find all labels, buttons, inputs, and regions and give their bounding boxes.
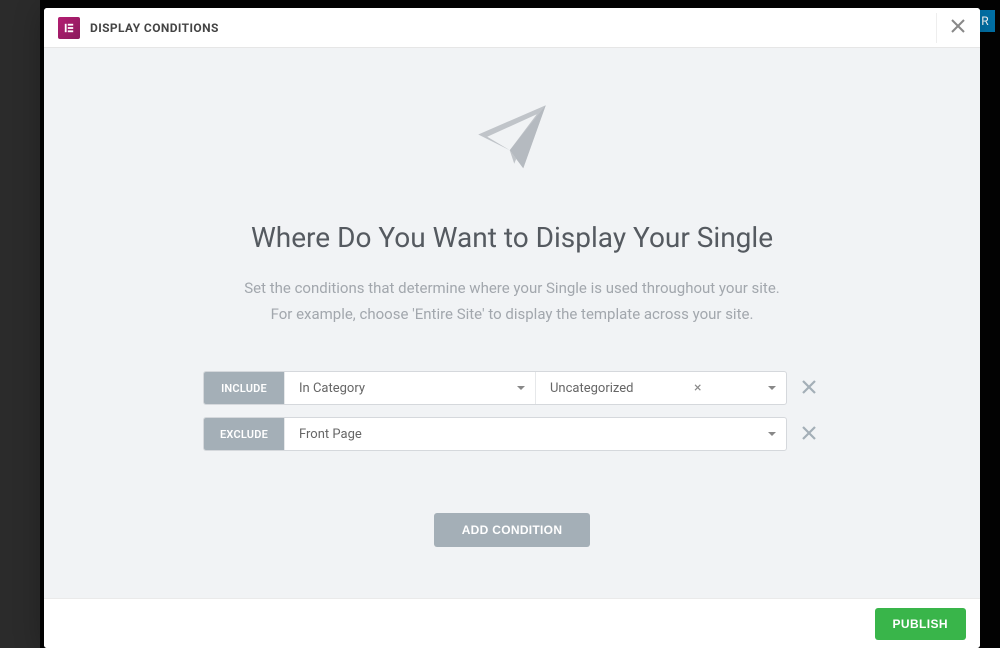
description: Set the conditions that determine where … [192,276,832,327]
modal-footer: PUBLISH [44,598,980,648]
modal-body: Where Do You Want to Display Your Single… [44,48,980,598]
paper-plane-icon [44,103,980,179]
elementor-logo-icon [58,17,80,39]
close-icon [802,425,816,444]
publish-button[interactable]: PUBLISH [875,608,966,640]
background-sidebar [0,0,40,648]
condition-value-select[interactable]: Uncategorized × [535,372,786,404]
condition-row-inner: EXCLUDE Front Page [203,417,787,451]
condition-type-select[interactable]: In Category [284,372,535,404]
caret-down-icon [768,427,776,442]
condition-row-inner: INCLUDE In Category Uncategorized × [203,371,787,405]
exclude-badge[interactable]: EXCLUDE [204,418,284,450]
condition-type-select[interactable]: Front Page [284,418,786,450]
description-line1: Set the conditions that determine where … [244,279,780,297]
remove-condition-button[interactable] [797,418,821,450]
conditions-list: INCLUDE In Category Uncategorized × [203,371,821,451]
condition-row: INCLUDE In Category Uncategorized × [203,371,821,405]
remove-condition-button[interactable] [797,372,821,404]
display-conditions-modal: DISPLAY CONDITIONS Where Do You Want to … [44,8,980,648]
select-value: Uncategorized [550,381,633,396]
close-button[interactable] [936,13,966,43]
description-line2: For example, choose 'Entire Site' to dis… [271,305,754,323]
select-value: Front Page [299,427,362,442]
modal-header: DISPLAY CONDITIONS [44,8,980,48]
caret-down-icon [517,381,525,396]
condition-row: EXCLUDE Front Page [203,417,821,451]
heading: Where Do You Want to Display Your Single [44,221,980,254]
caret-down-icon [768,381,776,396]
include-badge[interactable]: INCLUDE [204,372,284,404]
close-icon [802,379,816,398]
close-icon [951,18,965,37]
add-condition-button[interactable]: ADD CONDITION [434,513,591,547]
modal-title: DISPLAY CONDITIONS [90,21,219,35]
select-value: In Category [299,381,365,396]
clear-value-icon[interactable]: × [694,381,701,395]
